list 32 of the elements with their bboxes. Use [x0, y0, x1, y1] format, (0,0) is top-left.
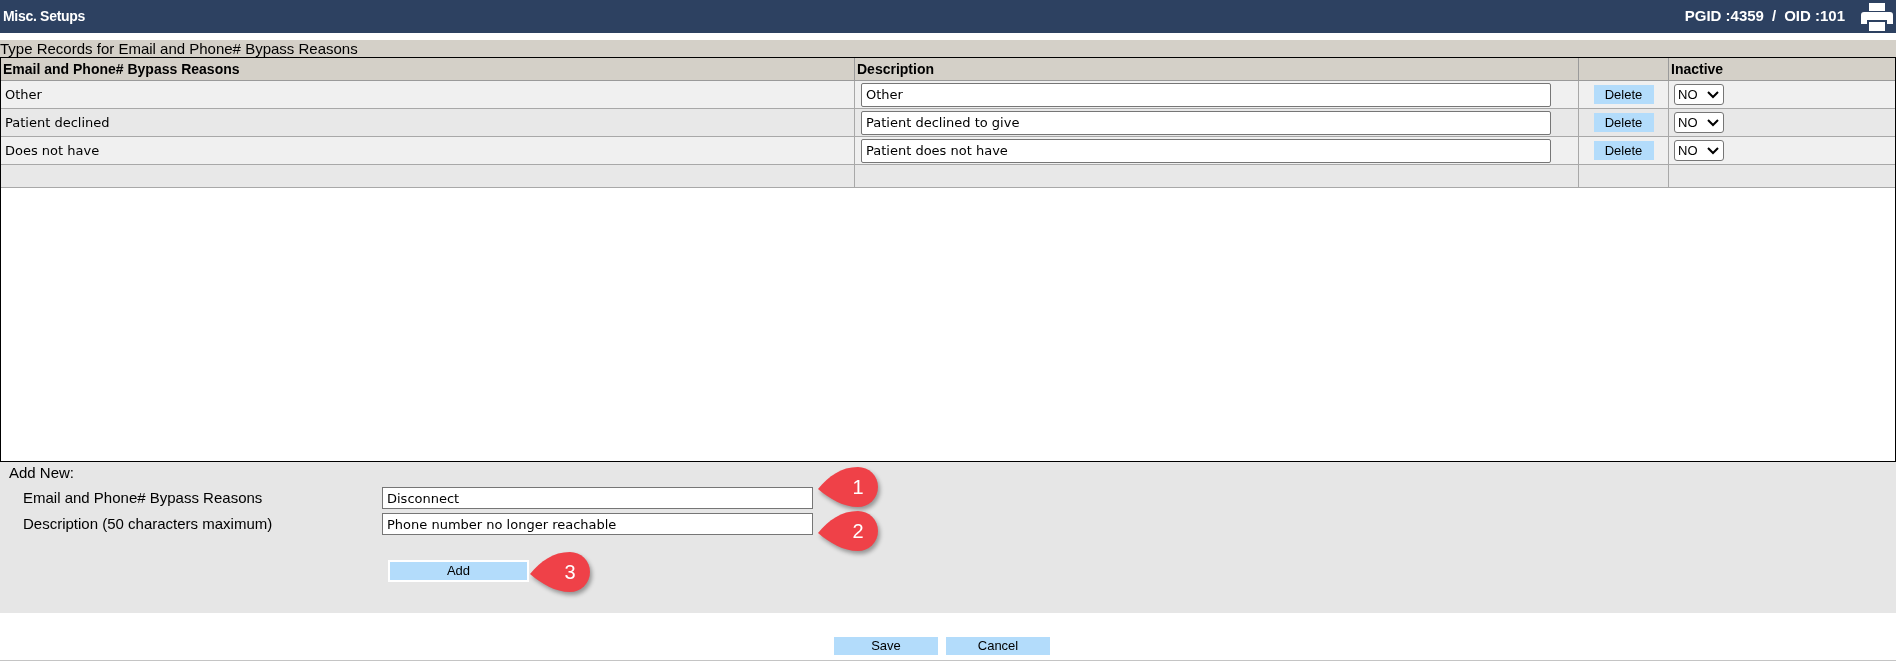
input-field[interactable]: Phone number no longer reachable: [382, 513, 813, 535]
chevron-down-icon: [1707, 118, 1719, 127]
field-label: Description (50 characters maximum): [23, 515, 273, 532]
column-header: Description: [857, 59, 934, 79]
printer-icon[interactable]: [1861, 2, 1893, 31]
page-title: Misc. Setups: [3, 7, 85, 26]
separator-text: /: [1771, 6, 1777, 27]
section-caption: Type Records for Email and Phone# Bypass Reasons: [0, 40, 1896, 57]
column-header: Email and Phone# Bypass Reasons: [3, 59, 240, 79]
delete-button[interactable]: Delete: [1593, 85, 1654, 104]
callout-marker: 1: [817, 466, 879, 508]
input-field[interactable]: Disconnect: [382, 487, 813, 509]
column-header: Inactive: [1671, 59, 1724, 79]
chevron-down-icon: [1707, 146, 1719, 155]
oid-label: OID :101: [1784, 6, 1845, 27]
delete-button[interactable]: Delete: [1593, 141, 1654, 160]
description-field[interactable]: Patient does not have: [861, 138, 1551, 163]
callout-marker: 2: [817, 510, 879, 552]
table-cell-text: Other: [5, 85, 42, 104]
description-field[interactable]: Other: [861, 82, 1551, 107]
table-cell-text: Patient declined: [5, 113, 110, 132]
field-label: Email and Phone# Bypass Reasons: [23, 489, 263, 506]
add-button[interactable]: Add: [388, 560, 529, 582]
table-cell-text: Does not have: [5, 141, 100, 160]
cancel-button[interactable]: Cancel: [946, 637, 1050, 655]
description-field[interactable]: Patient declined to give: [861, 110, 1551, 135]
callout-marker: 3: [529, 551, 591, 593]
delete-button[interactable]: Delete: [1593, 113, 1654, 132]
section-label: Add New:: [9, 464, 75, 482]
save-button[interactable]: Save: [834, 637, 938, 655]
chevron-down-icon: [1707, 90, 1719, 99]
pgid-label: PGID :4359: [1684, 6, 1764, 27]
